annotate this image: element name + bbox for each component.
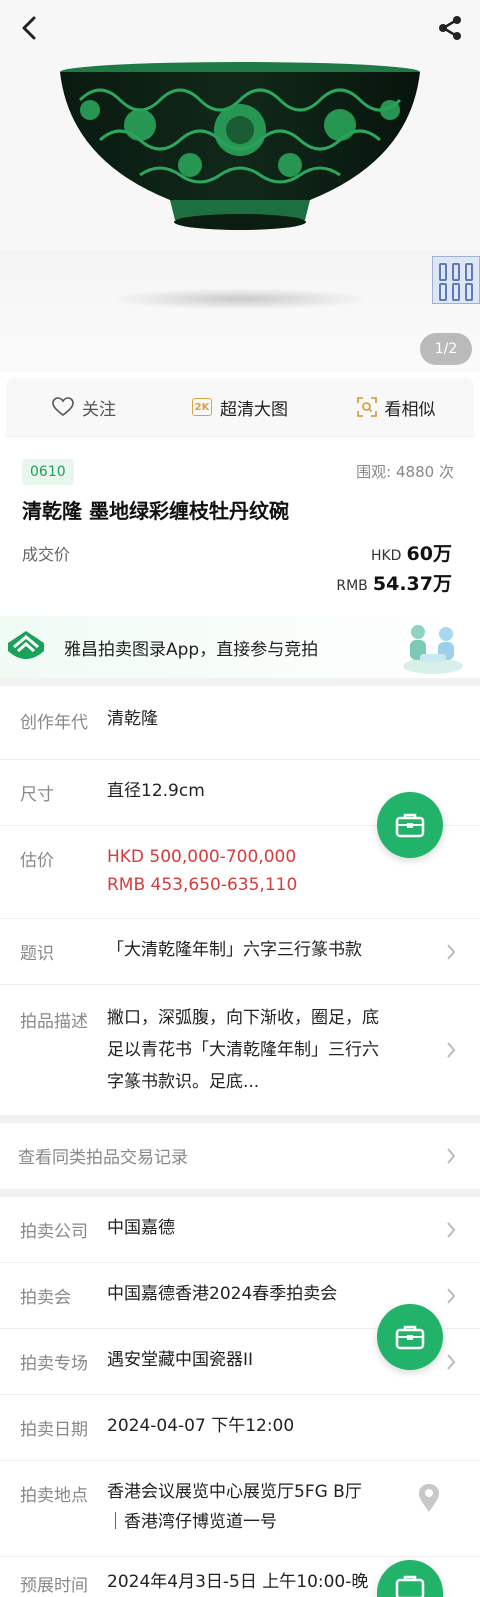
location-pin-icon (419, 1484, 439, 1512)
company-label: 拍卖公司 (20, 1222, 88, 1242)
lot-title: 清乾隆 墨地绿彩缠枝牡丹纹碗 (22, 499, 289, 523)
chevron-right-icon (447, 1222, 456, 1238)
inscription-value: 「大清乾隆年制」六字三行篆书款 (107, 940, 362, 960)
hd-image-label: 超清大图 (220, 399, 288, 420)
lot-info-card: 0610 围观: 4880 次 清乾隆 墨地绿彩缠枝牡丹纹碗 成交价 HKD 6… (6, 436, 474, 612)
lot-number-badge: 0610 (22, 459, 74, 485)
estimate-hkd: HKD 500,000-700,000 (107, 847, 297, 867)
date-label: 拍卖日期 (20, 1420, 88, 1440)
session-label: 拍卖会 (20, 1288, 71, 1308)
inscription-label: 题识 (20, 944, 54, 964)
auction-company-row[interactable]: 拍卖公司 中国嘉德 (0, 1197, 480, 1263)
back-button[interactable] (10, 8, 50, 48)
detail-row-description[interactable]: 拍品描述 撇口，深弧腹，向下渐收，圈足，底 足以青花书「大清乾隆年制」三行六 字… (0, 985, 480, 1115)
company-value: 中国嘉德 (107, 1218, 175, 1238)
description-line-1: 撇口，深弧腹，向下渐收，圈足，底 (107, 1008, 379, 1028)
hd-image-button[interactable]: 2K 超清大图 (162, 395, 318, 420)
scan-search-icon (356, 397, 377, 417)
location-line-1: 香港会议展览中心展览厅5FG B厅 (107, 1482, 362, 1502)
era-value: 清乾隆 (107, 709, 158, 729)
estimate-rmb: RMB 453,650-635,110 (107, 875, 298, 895)
hkd-currency: HKD (370, 548, 402, 564)
briefcase-icon (395, 1575, 425, 1597)
description-line-2: 足以青花书「大清乾隆年制」三行六 (107, 1040, 379, 1060)
chevron-right-icon (447, 1288, 456, 1304)
preview-label: 预展时间 (20, 1576, 88, 1596)
bid-floating-button[interactable] (377, 1304, 443, 1370)
hammer-price-hkd: HKD 60万 (371, 539, 452, 566)
detail-row-era: 创作年代 清乾隆 (0, 686, 480, 760)
section-divider (0, 1115, 480, 1123)
similar-button[interactable]: 看相似 (318, 395, 474, 420)
share-icon (439, 16, 461, 40)
trade-records-label: 查看同类拍品交易记录 (18, 1148, 188, 1168)
location-label: 拍卖地点 (20, 1486, 88, 1506)
similar-label: 看相似 (384, 399, 436, 420)
section-divider (0, 678, 480, 686)
lot-image-gallery[interactable]: 1/2 (0, 0, 480, 372)
bid-floating-button[interactable] (377, 792, 443, 858)
follow-label: 关注 (82, 399, 116, 420)
special-label: 拍卖专场 (20, 1354, 88, 1374)
hammer-price-rmb: RMB 54.37万 (336, 569, 452, 596)
auction-location-row[interactable]: 拍卖地点 香港会议展览中心展览厅5FG B厅 ｜香港湾仔博览道一号 (0, 1461, 480, 1557)
hd-2k-icon: 2K (192, 398, 212, 416)
chevron-right-icon (447, 1042, 456, 1058)
reign-mark-image (432, 256, 480, 304)
rmb-currency: RMB (336, 578, 368, 594)
view-count-unit: 次 (438, 463, 454, 481)
artron-logo-icon (8, 631, 44, 659)
hkd-amount: 60万 (406, 543, 452, 565)
location-line-2: ｜香港湾仔博览道一号 (107, 1512, 277, 1532)
app-promo-banner[interactable]: 雅昌拍卖图录App，直接参与竞拍 (0, 616, 480, 678)
date-value: 2024-04-07 下午12:00 (107, 1416, 295, 1436)
auction-date-row: 拍卖日期 2024-04-07 下午12:00 (0, 1395, 480, 1461)
view-count: 围观: 4880 次 (356, 461, 454, 482)
people-illustration-icon (403, 625, 463, 674)
size-label: 尺寸 (20, 785, 54, 805)
bowl-image (60, 62, 420, 230)
hammer-price-label: 成交价 (22, 545, 71, 564)
briefcase-icon (395, 813, 425, 838)
follow-button[interactable]: 关注 (6, 395, 162, 420)
special-value: 遇安堂藏中国瓷器II (107, 1350, 254, 1370)
description-label: 拍品描述 (20, 1012, 88, 1032)
image-backdrop (0, 250, 480, 372)
size-value: 直径12.9cm (107, 781, 205, 801)
chevron-right-icon (447, 944, 456, 960)
image-page-indicator: 1/2 (420, 333, 472, 365)
session-value: 中国嘉德香港2024春季拍卖会 (107, 1284, 338, 1304)
view-count-value: 4880 (396, 463, 435, 481)
detail-row-inscription[interactable]: 题识 「大清乾隆年制」六字三行篆书款 (0, 919, 480, 985)
description-line-3: 字篆书款识。足底... (107, 1072, 260, 1092)
heart-icon (52, 397, 74, 417)
view-count-label: 围观: (356, 463, 392, 481)
share-button[interactable] (430, 8, 470, 48)
chevron-right-icon (447, 1148, 456, 1164)
briefcase-icon (395, 1325, 425, 1350)
bowl-shadow (110, 288, 370, 310)
trade-records-link[interactable]: 查看同类拍品交易记录 (0, 1123, 480, 1189)
era-label: 创作年代 (20, 713, 88, 733)
preview-value: 2024年4月3日-5日 上午10:00-晚 (107, 1572, 369, 1592)
section-divider (0, 1189, 480, 1197)
back-arrow-icon (22, 16, 36, 40)
rmb-amount: 54.37万 (372, 573, 452, 595)
chevron-right-icon (447, 1354, 456, 1370)
action-bar: 关注 2K 超清大图 看相似 (6, 378, 474, 436)
app-promo-text: 雅昌拍卖图录App，直接参与竞拍 (64, 639, 319, 660)
estimate-label: 估价 (20, 851, 54, 871)
